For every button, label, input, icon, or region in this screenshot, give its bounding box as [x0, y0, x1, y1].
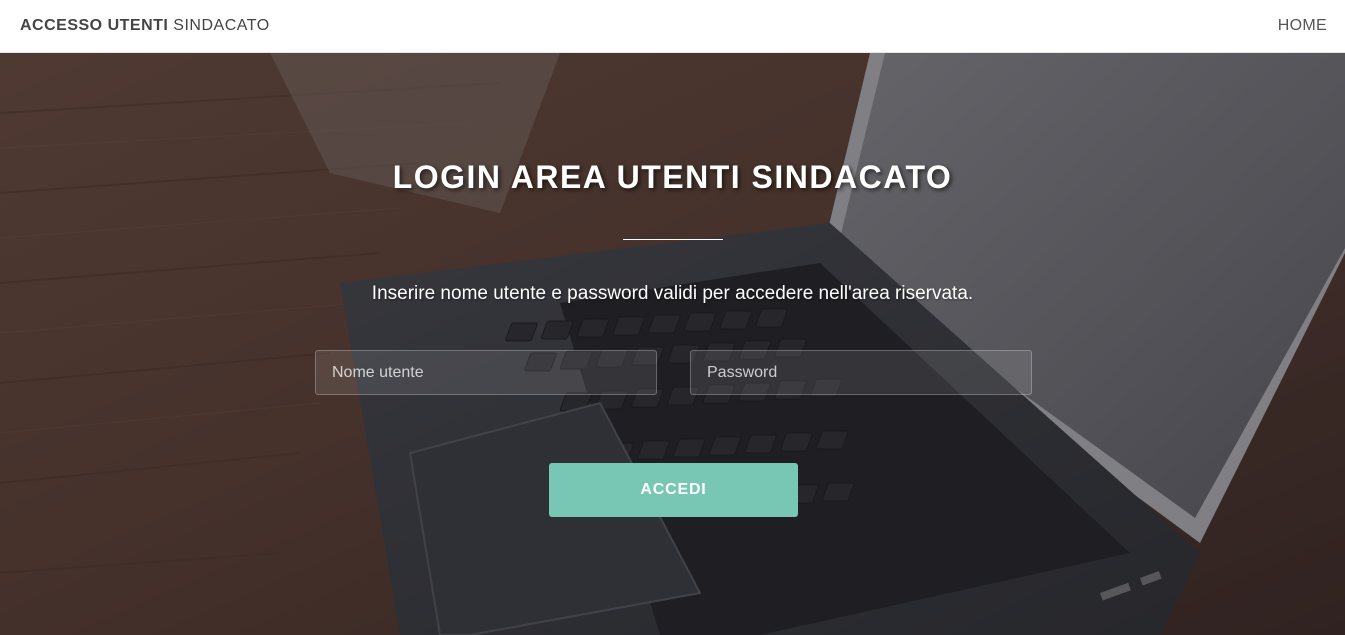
brand-link[interactable]: ACCESSO UTENTI SINDACATO [20, 17, 270, 35]
login-submit-button[interactable]: ACCEDI [549, 463, 798, 517]
nav-home-link[interactable]: HOME [1278, 17, 1327, 35]
top-navbar: ACCESSO UTENTI SINDACATO HOME [0, 0, 1345, 53]
page-title: LOGIN AREA UTENTI SINDACATO [392, 159, 953, 195]
login-panel: LOGIN AREA UTENTI SINDACATO Inserire nom… [0, 53, 1345, 635]
login-instructions: Inserire nome utente e password validi p… [371, 283, 974, 304]
username-input[interactable] [315, 350, 657, 395]
hero-section: LOGIN AREA UTENTI SINDACATO Inserire nom… [0, 53, 1345, 635]
brand-rest-text: SINDACATO [173, 17, 270, 34]
title-divider [623, 239, 723, 240]
password-input[interactable] [690, 350, 1032, 395]
brand-bold-text: ACCESSO UTENTI [20, 17, 169, 34]
